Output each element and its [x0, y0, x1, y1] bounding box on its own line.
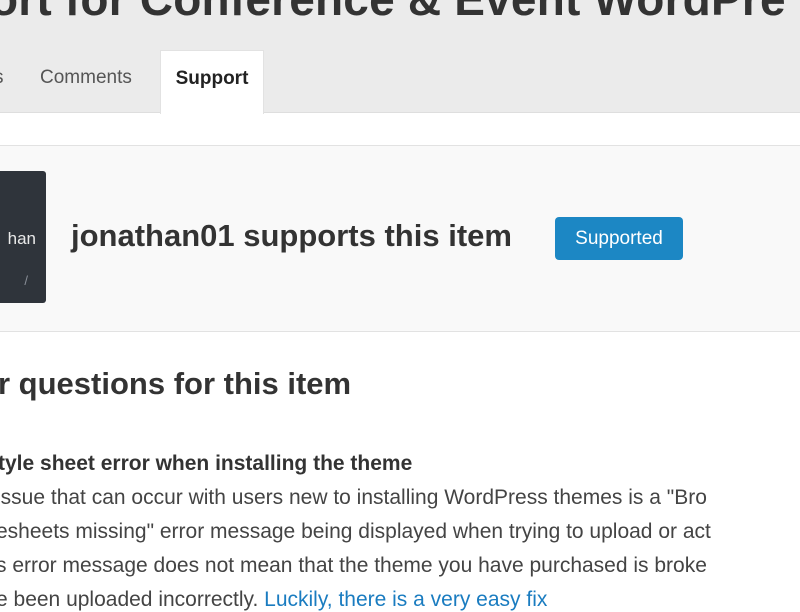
answer-text-line: issue that can occur with users new to i…	[0, 486, 707, 509]
answer-text-line: s error message does not mean that the t…	[0, 554, 707, 577]
answer-text-line: esheets missing" error message being dis…	[0, 520, 711, 543]
answer-text-line: e been uploaded incorrectly. Luckily, th…	[0, 588, 547, 612]
item-tabs: s Comments Support	[0, 50, 800, 114]
avatar-subtext: /	[24, 273, 28, 288]
supported-badge: Supported	[555, 217, 683, 260]
avatar-text: han	[7, 229, 36, 248]
page-title: ort for Conference & Event WordPre	[0, 0, 786, 26]
item-header: ort for Conference & Event WordPre s Com…	[0, 0, 800, 114]
support-heading: jonathan01 supports this item	[71, 218, 512, 253]
questions-heading: r questions for this item	[0, 366, 352, 401]
tab-items[interactable]: s	[0, 50, 4, 112]
author-support-panel: han / jonathan01 supports this item Supp…	[0, 145, 800, 332]
question-title[interactable]: tyle sheet error when installing the the…	[0, 452, 412, 476]
author-avatar[interactable]: han /	[0, 171, 46, 303]
tab-support[interactable]: Support	[160, 50, 264, 114]
tab-comments[interactable]: Comments	[40, 50, 132, 112]
